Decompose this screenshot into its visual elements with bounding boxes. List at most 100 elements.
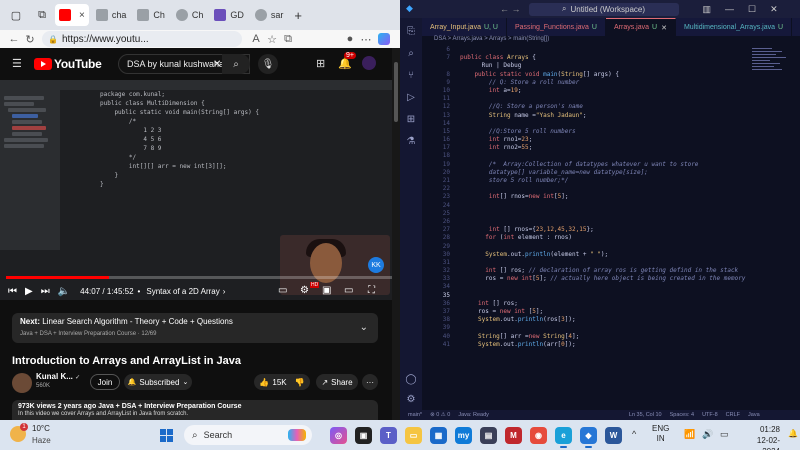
previous-icon[interactable]: ⏮ — [8, 286, 17, 297]
channel-avatar[interactable] — [12, 373, 32, 393]
notification-center-icon[interactable]: 🔔 — [788, 429, 798, 438]
status-item[interactable]: Java: Ready — [458, 412, 489, 418]
tab-arrays[interactable]: Arrays.java U ✕ — [605, 18, 676, 36]
tab-gd[interactable]: GD — [210, 4, 248, 26]
word-icon[interactable]: W — [605, 427, 622, 444]
battery-icon[interactable]: ▭ — [720, 429, 729, 440]
explorer-icon[interactable]: ⎘ — [405, 26, 417, 38]
theater-mode-icon[interactable]: ▭ — [344, 285, 353, 296]
favorite-star-icon[interactable]: ☆ — [264, 33, 280, 46]
menu-dots-icon[interactable]: ⋯ — [358, 33, 374, 46]
new-tab-button[interactable]: + — [290, 4, 306, 26]
tab-chatgpt-3[interactable]: Ch — [172, 4, 208, 26]
voice-search-button[interactable]: 🎙 — [258, 54, 278, 74]
clear-search-icon[interactable]: ✕ — [213, 59, 221, 70]
command-center-search[interactable]: ⌕ Untitled (Workspace) — [528, 2, 679, 16]
url-field[interactable]: 🔒 https://www.youtu... — [42, 31, 242, 47]
miniplayer-icon[interactable]: ▣ — [322, 285, 331, 296]
tab-chatgpt-1[interactable]: cha — [92, 4, 131, 26]
like-icon[interactable]: 👍 — [259, 378, 269, 387]
nav-arrows-icon[interactable]: ← → — [500, 4, 521, 14]
scrollbar-thumb[interactable] — [394, 62, 398, 122]
tab-search[interactable]: sar — [251, 4, 288, 26]
microsoft-store-icon[interactable]: ▦ — [430, 427, 447, 444]
join-button[interactable]: Join — [90, 374, 120, 390]
code-editor[interactable]: public class Arrays { Run | Debug public… — [460, 46, 750, 406]
language-indicator[interactable]: ENG IN — [652, 424, 669, 444]
show-hidden-icons-chevron-icon[interactable]: ^ — [632, 429, 636, 439]
mcafee-icon[interactable]: M — [505, 427, 522, 444]
workspaces-icon[interactable]: ▢ — [6, 5, 26, 25]
extensions-icon[interactable]: ⧉ — [280, 33, 296, 46]
back-arrow-icon[interactable]: ← — [6, 33, 22, 45]
channel-name[interactable]: Kunal K... ✓ — [36, 372, 80, 381]
volume-icon[interactable]: 🔈 — [58, 286, 70, 297]
teams-icon[interactable]: T — [380, 427, 397, 444]
read-aloud-icon[interactable]: A — [248, 33, 264, 45]
close-tab-icon[interactable]: × — [79, 10, 85, 21]
video-progress-bar[interactable] — [6, 276, 394, 279]
close-tab-icon[interactable]: ✕ — [661, 24, 667, 32]
tab-passing-functions[interactable]: Passing_Functions.java U — [507, 18, 606, 36]
status-item[interactable]: CRLF — [726, 412, 740, 418]
play-icon[interactable]: ▶ — [25, 286, 33, 297]
fullscreen-icon[interactable]: ⛶ — [368, 285, 375, 296]
testing-icon[interactable]: ⚗ — [405, 136, 417, 148]
tab-multidimensional-arrays[interactable]: Multidimensional_Arrays.java U — [676, 18, 793, 36]
status-item[interactable]: Ln 35, Col 10 — [629, 412, 662, 418]
subscribed-button[interactable]: 🔔 Subscribed ⌄ — [124, 374, 192, 390]
tab-actions-icon[interactable]: ⧉ — [32, 5, 52, 25]
status-item[interactable]: ⊗ 0 ⚠ 0 — [430, 412, 450, 418]
settings-gear-icon[interactable]: ⚙ — [300, 285, 309, 296]
search-button[interactable]: ⌕ — [222, 54, 250, 74]
dislike-icon[interactable]: 👎 — [295, 378, 305, 387]
account-avatar[interactable] — [362, 56, 376, 70]
status-item[interactable]: Java — [748, 412, 760, 418]
copilot-icon[interactable] — [378, 33, 390, 45]
start-button[interactable] — [160, 429, 173, 442]
edge-browser-icon[interactable]: e — [555, 427, 572, 448]
chapter-chevron-icon[interactable]: › — [223, 287, 226, 296]
profile-icon[interactable]: ● — [342, 33, 358, 45]
tab-chatgpt-2[interactable]: Ch — [133, 4, 169, 26]
status-item[interactable]: UTF-8 — [702, 412, 718, 418]
myasus-icon[interactable]: my — [455, 427, 472, 444]
manage-gear-icon[interactable]: ⚙ — [405, 394, 417, 406]
accounts-icon[interactable]: ◯ — [405, 374, 417, 386]
next-icon[interactable]: ⏭ — [41, 286, 50, 297]
terminal-icon[interactable]: ▤ — [480, 427, 497, 444]
more-actions-button[interactable]: ··· — [362, 374, 378, 390]
copilot-app-icon[interactable]: ◎ — [330, 427, 347, 444]
hamburger-menu-icon[interactable]: ☰ — [12, 57, 22, 70]
maximize-icon[interactable]: ☐ — [748, 4, 756, 15]
run-debug-icon[interactable]: ▷ — [405, 92, 417, 104]
refresh-icon[interactable]: ↻ — [22, 33, 38, 46]
speaker-icon[interactable]: 🔊 — [702, 429, 713, 440]
status-item[interactable]: main* — [408, 412, 422, 418]
layout-icon[interactable]: ▥ — [703, 4, 712, 15]
status-item[interactable]: Spaces: 4 — [670, 412, 694, 418]
extensions-icon[interactable]: ⊞ — [405, 114, 417, 126]
tab-array-input[interactable]: Array_Input.java U, U — [422, 18, 507, 36]
next-video-card[interactable]: Next: Linear Search Algorithm - Theory +… — [12, 313, 378, 343]
chevron-down-icon[interactable]: ⌄ — [360, 322, 368, 333]
system-clock[interactable]: 01:28 12-02-2024 — [740, 424, 780, 450]
breadcrumb[interactable]: DSA > Arrays.java > Arrays > main(String… — [422, 36, 800, 46]
chapter-title[interactable]: Syntax of a 2D Array — [146, 287, 219, 296]
create-video-icon[interactable]: ⊞ — [316, 57, 325, 70]
source-control-icon[interactable]: ⑂ — [405, 70, 417, 82]
search-icon[interactable]: ⌕ — [405, 48, 417, 60]
video-player[interactable]: package com.kunal; public class MultiDime… — [0, 80, 400, 300]
video-description[interactable]: 973K views 2 years ago Java + DSA + Inte… — [12, 400, 378, 420]
tab-youtube[interactable]: × — [55, 4, 89, 26]
close-icon[interactable]: ✕ — [770, 4, 778, 15]
minimap[interactable] — [752, 46, 792, 86]
youtube-logo[interactable]: YouTube — [34, 57, 102, 71]
file-explorer-icon[interactable]: ▭ — [405, 427, 422, 444]
page-scrollbar[interactable] — [392, 48, 400, 420]
wifi-icon[interactable]: 📶 — [684, 429, 695, 440]
minimize-icon[interactable]: — — [725, 4, 734, 14]
app-red-icon[interactable]: ◉ — [530, 427, 547, 444]
subtitles-icon[interactable]: ▭ — [278, 285, 287, 296]
task-view-icon[interactable]: ▣ — [355, 427, 372, 444]
